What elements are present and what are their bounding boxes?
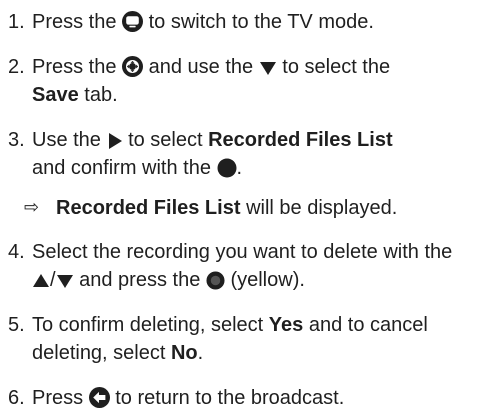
step-text: To confirm deleting, select Yes and to c… [32,311,465,367]
step-text-segment: . [236,157,243,179]
back-button-icon [88,387,110,408]
step-number: 4. [8,241,25,263]
step-number: 6. [8,387,25,409]
step-text-segment: Use the [32,129,101,151]
down-arrow-icon [259,59,277,77]
step-5: 5. To confirm deleting, select Yes and t… [8,311,465,367]
step-text-segment: to select the [282,56,391,78]
step-number: 5. [8,314,25,336]
step-number: 1. [8,11,25,33]
result-arrow-icon: ⇨ [24,197,40,218]
ok-button-icon [217,158,237,178]
result-text: Recorded Files List will be displayed. [56,194,397,222]
step-text-segment: Press the [32,11,117,33]
step-text: Press to return to the broadcast. [32,384,465,412]
step-text-segment: . [197,342,204,364]
up-arrow-icon [32,272,50,290]
down-arrow-icon [56,272,74,290]
step-text-segment: to select [128,129,203,151]
step-2: 2. Press the and use the to select the Sa… [8,53,465,109]
step-text-segment: Select the recording you want to delete … [32,241,453,263]
step-text-segment: Press [32,387,84,409]
yellow-button-icon [206,271,225,290]
step-text-segment: Press the [32,56,117,78]
step-text-segment: to switch to the TV mode. [148,11,374,33]
step-text: Press the to switch to the TV mode. [32,8,465,36]
step-text-segment: To confirm deleting, select [32,314,264,336]
tv-button-icon [122,11,144,32]
step-number: 3. [8,129,25,151]
result-line: ⇨ Recorded Files List will be displayed. [24,194,465,222]
menu-button-icon [122,56,144,77]
recorded-files-list-label: Recorded Files List [208,129,393,151]
recorded-files-list-label: Recorded Files List [56,197,241,219]
instruction-list: 1. Press the to switch to the TV mode. 2… [0,0,477,409]
step-text-segment: tab. [84,84,118,106]
step-text-segment: and press the [79,269,201,291]
step-text: Select the recording you want to delete … [32,238,465,294]
step-text-segment: and confirm with the [32,157,211,179]
step-text: Press the and use the to select the Save … [32,53,465,109]
step-text-segment: (yellow). [230,269,305,291]
yes-option-label: Yes [268,314,304,336]
right-arrow-icon [107,132,123,150]
step-4: 4. Select the recording you want to dele… [8,238,465,294]
step-3: 3. Use the to select Recorded Files List… [8,126,465,182]
step-text: Use the to select Recorded Files List and… [32,126,465,182]
step-text-segment: to return to the broadcast. [115,387,345,409]
step-1: 1. Press the to switch to the TV mode. [8,8,465,36]
save-tab-label: Save [32,84,79,106]
step-6: 6. Press to return to the broadcast. [8,384,465,412]
no-option-label: No [170,342,198,364]
step-number: 2. [8,56,25,78]
step-text-segment: and use the [148,56,254,78]
result-text-segment: will be displayed. [246,197,398,219]
